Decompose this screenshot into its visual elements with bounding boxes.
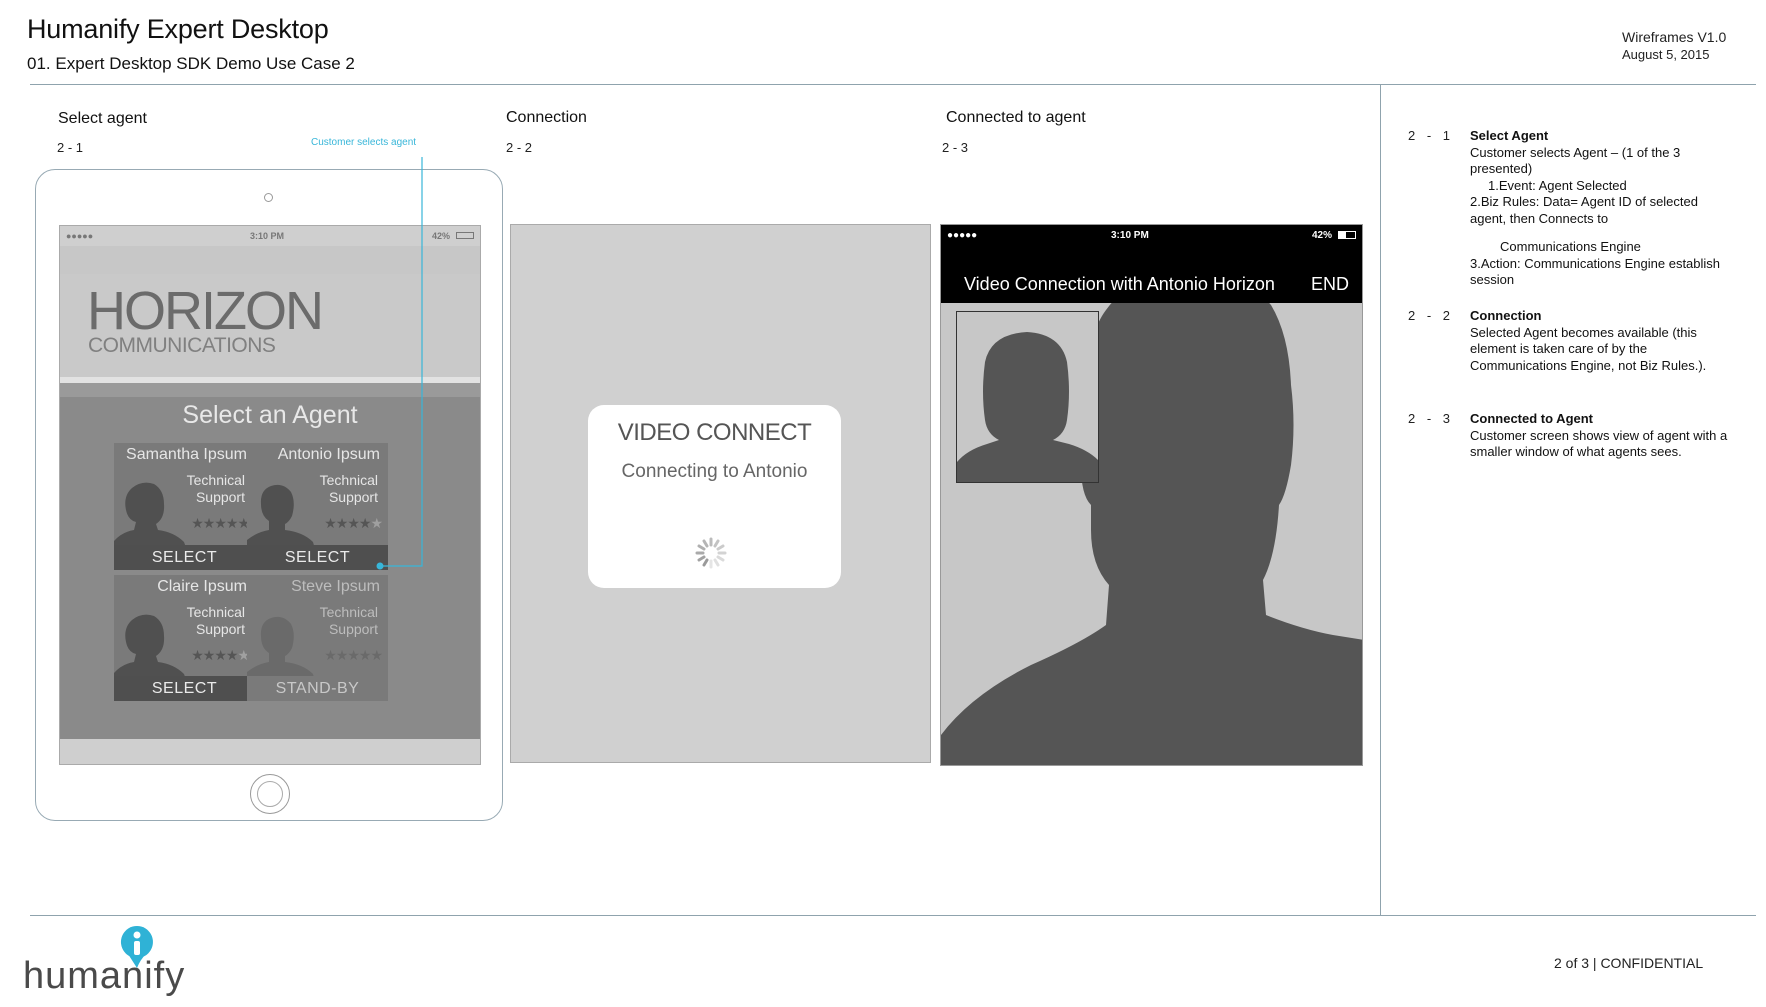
agent-avatar-icon (114, 614, 189, 688)
agent-role: Technical Support (319, 604, 378, 637)
agent-video-silhouette-icon (941, 270, 1362, 765)
agent-card[interactable]: Claire Ipsum Technical Support ★★★★★ (114, 575, 255, 688)
agent-avatar-icon (247, 616, 317, 688)
note-entry: Select Agent Customer selects Agent – (1… (1470, 128, 1735, 289)
agent-name: Steve Ipsum (291, 578, 380, 595)
status-time: 3:10 PM (250, 231, 285, 241)
agent-name: Antonio Ipsum (277, 446, 380, 463)
dialog-title: VIDEO CONNECT (617, 419, 812, 446)
battery-icon (456, 232, 474, 239)
note-line: 1.Event: Agent Selected (1488, 177, 1627, 193)
note-heading: Connected to Agent (1470, 411, 1594, 426)
signal-icon: ●●●●● (947, 230, 978, 241)
agent-rating: ★★★★★ (191, 647, 250, 664)
status-time: 3:10 PM (1111, 230, 1149, 241)
video-connect-dialog: VIDEO CONNECT Connecting to Antonio (588, 405, 841, 588)
step-number: 2 - 2 (506, 140, 533, 155)
agent-role: Technical Support (186, 604, 245, 637)
agent-card[interactable]: Steve Ipsum Technical Support ★★★★★ (247, 575, 388, 688)
screen-footer (60, 739, 480, 764)
note-number: 2 - 2 (1408, 308, 1455, 323)
battery-level: 42% (1311, 230, 1332, 241)
page-confidential-label: 2 of 3 | CONFIDENTIAL (1554, 955, 1704, 971)
video-call-screen: ●●●●● 3:10 PM 42% Video Connection with … (940, 224, 1363, 766)
document-subtitle: 01. Expert Desktop SDK Demo Use Case 2 (27, 54, 355, 73)
note-line: 3.Action: Communications Engine establis… (1470, 255, 1721, 288)
agent-name: Samantha Ipsum (126, 446, 247, 463)
end-call-button[interactable]: END (1311, 274, 1349, 295)
select-agent-button[interactable]: SELECT (114, 545, 255, 570)
status-bar: ●●●●● 3:10 PM 42% (941, 225, 1362, 245)
dialog-message: Connecting to Antonio (621, 461, 808, 482)
agent-role: Technical Support (319, 472, 378, 505)
select-agent-screen: ●●●●● 3:10 PM 42% HORIZON COMMUNICATIONS… (59, 225, 481, 765)
customer-silhouette-icon (957, 332, 1098, 482)
agent-avatar-icon (247, 484, 317, 556)
brand-logo-subtext: COMMUNICATIONS (88, 334, 276, 357)
agent-rating: ★★★★★ (324, 515, 383, 532)
rating-stars-filled: ★★★★ (324, 515, 371, 531)
rating-stars-filled: ★★★★ (191, 647, 238, 663)
agent-name: Claire Ipsum (157, 578, 247, 595)
step-title-connection: Connection (506, 109, 587, 126)
note-line: Customer screen shows view of agent with… (1470, 427, 1728, 460)
note-line: Selected Agent becomes available (this e… (1470, 324, 1707, 373)
home-button-ring (257, 781, 283, 807)
self-view-window (956, 311, 1099, 483)
rating-stars-empty: ★ (370, 515, 383, 531)
step-number: 2 - 3 (942, 140, 969, 155)
rating-stars-filled: ★★★★★ (191, 515, 250, 531)
select-agent-button[interactable]: SELECT (247, 545, 388, 570)
note-line: Communications Engine (1500, 239, 1641, 254)
status-bar: ●●●●● 3:10 PM 42% (60, 226, 480, 246)
note-entry: Connection Selected Agent becomes availa… (1470, 308, 1735, 374)
rating-stars-filled: ★★★★★ (324, 647, 383, 663)
step-title-connected: Connected to agent (946, 109, 1086, 126)
divider (60, 383, 480, 397)
battery-level: 42% (431, 231, 450, 241)
note-heading: Select Agent (1470, 128, 1549, 143)
note-entry: Connected to Agent Customer screen shows… (1470, 411, 1735, 461)
agent-rating: ★★★★★ (324, 647, 383, 664)
humanify-logo-text: humanify (23, 955, 186, 997)
agent-card[interactable]: Samantha Ipsum Technical Support ★★★★★ (114, 443, 255, 556)
version-label: Wireframes V1.0 (1622, 29, 1727, 45)
signal-icon: ●●●●● (66, 231, 94, 241)
note-line: Customer selects Agent – (1 of the 3 pre… (1470, 144, 1681, 177)
select-agent-button[interactable]: SELECT (114, 676, 255, 701)
brand-logo-text: HORIZON (87, 281, 324, 341)
camera-icon (264, 193, 273, 202)
document-title: Humanify Expert Desktop (27, 14, 329, 44)
step-title-select-agent: Select agent (58, 110, 147, 127)
header-rule (30, 84, 1756, 85)
note-number: 2 - 3 (1408, 411, 1455, 426)
battery-icon (1338, 231, 1356, 239)
agent-avatar-icon (114, 482, 189, 556)
agent-list-heading: Select an Agent (182, 401, 358, 429)
call-header: ●●●●● 3:10 PM 42% Video Connection with … (941, 225, 1362, 303)
agent-card[interactable]: Antonio Ipsum Technical Support ★★★★★ (247, 443, 388, 556)
agent-role: Technical Support (186, 472, 245, 505)
call-title: Video Connection with Antonio Horizon (964, 274, 1275, 294)
note-heading: Connection (1470, 308, 1542, 323)
note-number: 2 - 1 (1408, 128, 1455, 143)
callout-label: Customer selects agent (311, 137, 417, 148)
note-line: 2.Biz Rules: Data= Agent ID of selected … (1470, 194, 1698, 226)
agent-rating: ★★★★★ (191, 515, 250, 532)
footer-rule (30, 915, 1756, 916)
step-number: 2 - 1 (57, 140, 84, 155)
loading-spinner-icon (695, 537, 727, 569)
date-label: August 5, 2015 (1622, 47, 1710, 62)
standby-agent-button: STAND-BY (247, 676, 388, 701)
nav-bar (60, 246, 480, 275)
notes-divider (1380, 85, 1381, 915)
